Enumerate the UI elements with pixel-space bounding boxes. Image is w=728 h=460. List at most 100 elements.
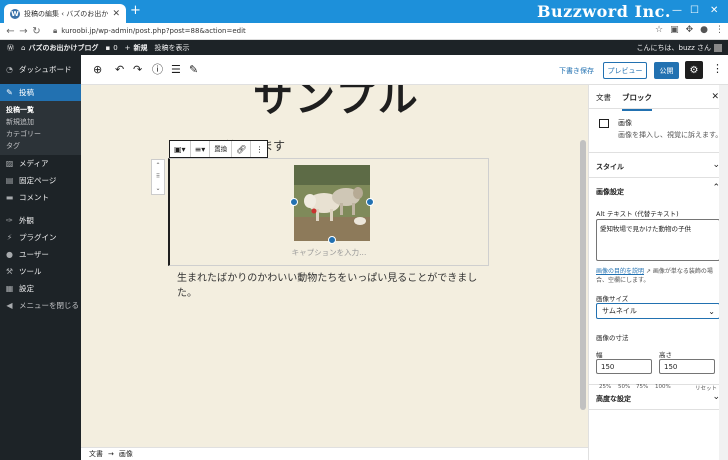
lamb-image [294, 165, 370, 241]
address-bar: ← → ↻ 🔒︎ kuroobi.jp/wp-admin/post.php?po… [0, 23, 728, 40]
image-block[interactable]: キャプションを入力... [168, 158, 489, 266]
redo-icon[interactable]: ↷ [133, 64, 142, 75]
preview-button[interactable]: プレビュー [603, 62, 647, 79]
sidebar-scrollbar[interactable] [719, 85, 728, 460]
canvas-scrollbar[interactable] [580, 140, 586, 410]
link-icon: 🔗︎ [236, 144, 247, 154]
style-panel-toggle[interactable]: スタイル ⌄ [589, 153, 728, 178]
advanced-panel-toggle[interactable]: 高度な設定 ⌄ [589, 385, 728, 410]
menu-label: メディア [19, 159, 49, 168]
width-input[interactable]: 150 [596, 359, 652, 374]
alt-help-link[interactable]: 画像の目的を説明 [596, 268, 644, 275]
caption-input[interactable]: キャプションを入力... [170, 247, 488, 258]
menu-appearance[interactable]: ✑ 外観 [0, 212, 81, 229]
block-type-button[interactable]: ▣▾ [170, 141, 191, 157]
menu-dashboard[interactable]: ◔ ダッシュボード [0, 61, 81, 78]
save-draft-button[interactable]: 下書き保存 [559, 66, 594, 76]
menu-comments[interactable]: ▬ コメント [0, 189, 81, 206]
image-block-icon [599, 119, 609, 128]
submenu-categories[interactable]: カテゴリー [0, 128, 81, 140]
block-name: 画像 [618, 119, 632, 127]
comment-icon: ▬ [5, 193, 14, 202]
menu-settings[interactable]: ▦ 設定 [0, 280, 81, 297]
browser-menu-icon[interactable]: ⋮ [715, 25, 724, 35]
post-title[interactable]: サンプル [253, 85, 420, 123]
resize-handle-bottom[interactable] [328, 236, 336, 244]
move-up-icon[interactable]: ⌃ [155, 162, 160, 169]
greeting-text: こんにちは、buzz さん [636, 43, 711, 52]
replace-label: 置換 [214, 144, 228, 153]
tab-document[interactable]: 文書 [596, 92, 611, 103]
menu-pages[interactable]: ▤ 固定ページ [0, 172, 81, 189]
image-settings-title[interactable]: 画像設定 [596, 187, 624, 197]
add-block-icon[interactable]: ⊕ [93, 64, 102, 75]
alt-text-field[interactable]: 愛知牧場で見かけた動物の子供 [596, 219, 720, 261]
reload-icon[interactable]: ↻ [30, 26, 43, 37]
editor-canvas: サンプル ここから始まります キャプションを入力... [81, 85, 588, 447]
wp-admin-bar: Ⓦ ⌂ バズのお出かけブログ ▪ 0 + 新規 投稿を表示 こんにちは、buzz… [0, 40, 728, 55]
publish-button[interactable]: 公開 [654, 62, 679, 79]
paragraph-block[interactable]: 生まれたばかりのかわいい動物たちをいっぱい見ることができました。 [177, 271, 497, 301]
close-sidebar-icon[interactable]: ✕ [711, 92, 719, 102]
resize-handle-right[interactable] [366, 198, 374, 206]
info-icon[interactable]: ⓘ [152, 64, 163, 75]
more-options-icon[interactable]: ⋮ [712, 62, 723, 75]
account-greeting[interactable]: こんにちは、buzz さん [637, 43, 722, 53]
submenu-tags[interactable]: タグ [0, 140, 81, 152]
gear-icon: ⚙ [689, 64, 699, 76]
collapse-icon: ◀ [6, 301, 13, 310]
brand-watermark: Buzzword Inc. [537, 2, 671, 21]
image-size-label: 画像サイズ [596, 295, 629, 303]
replace-button[interactable]: 置換 [210, 141, 233, 157]
puzzle-icon[interactable]: ✥ [686, 25, 694, 35]
new-tab-button[interactable]: + [130, 4, 141, 18]
menu-media[interactable]: ▨ メディア [0, 155, 81, 172]
link-button[interactable]: 🔗︎ [232, 141, 252, 157]
profile-icon[interactable]: ● [700, 25, 708, 35]
menu-label: ユーザー [19, 250, 49, 259]
breadcrumb-block[interactable]: 画像 [119, 449, 133, 459]
sidebar-tabs: 文書 ブロック ✕ [589, 85, 728, 111]
drag-handle-icon[interactable]: ⠿ [156, 173, 160, 180]
settings-sidebar: 文書 ブロック ✕ 画像 画像を挿入し、視覚に訴えます。 スタイル ⌄ 画像設定… [588, 85, 728, 460]
block-card: 画像 画像を挿入し、視覚に訴えます。 [589, 109, 728, 153]
settings-gear-button[interactable]: ⚙ [685, 61, 703, 79]
window-close-icon[interactable]: ✕ [710, 5, 718, 16]
back-icon[interactable]: ← [4, 26, 17, 37]
new-label: 新規 [133, 43, 148, 52]
wp-logo-icon[interactable]: Ⓦ [7, 43, 14, 53]
height-input[interactable]: 150 [659, 359, 715, 374]
resize-handle-left[interactable] [290, 198, 298, 206]
undo-icon[interactable]: ↶ [115, 64, 124, 75]
minimize-icon[interactable]: — [672, 5, 682, 16]
menu-plugins[interactable]: ⚡ プラグイン [0, 229, 81, 246]
move-down-icon[interactable]: ⌄ [155, 185, 160, 192]
tools-edit-icon[interactable]: ✎ [189, 64, 198, 75]
breadcrumb-document[interactable]: 文書 [89, 449, 103, 459]
view-post-link[interactable]: 投稿を表示 [155, 43, 190, 53]
menu-label: コメント [19, 193, 49, 202]
lamb-photo[interactable] [294, 165, 370, 241]
image-size-select[interactable]: サムネイル ⌄ [596, 303, 720, 319]
align-button[interactable]: ≡▾ [191, 141, 211, 157]
close-icon[interactable]: ✕ [112, 9, 120, 19]
comments-link[interactable]: ▪ 0 [105, 44, 117, 52]
extension-icon[interactable]: ▣ [670, 25, 679, 35]
menu-users[interactable]: ● ユーザー [0, 246, 81, 263]
maximize-icon[interactable]: ☐ [690, 5, 699, 16]
block-more-button[interactable]: ⋮ [251, 141, 267, 157]
star-icon[interactable]: ☆ [655, 25, 663, 35]
menu-label: ダッシュボード [19, 65, 72, 74]
url-field[interactable]: 🔒︎ kuroobi.jp/wp-admin/post.php?post=88&… [53, 26, 246, 36]
menu-posts[interactable]: ✎ 投稿 [0, 84, 81, 101]
new-content-link[interactable]: + 新規 [125, 43, 148, 53]
menu-collapse[interactable]: ◀ メニューを閉じる [0, 297, 81, 314]
submenu-add-new[interactable]: 新規追加 [0, 116, 81, 128]
submenu-all-posts[interactable]: 投稿一覧 [0, 104, 81, 116]
editor-toolbar: ⊕ ↶ ↷ ⓘ ☰ ✎ 下書き保存 プレビュー 公開 ⚙ ⋮ [81, 55, 728, 85]
list-view-icon[interactable]: ☰ [171, 64, 181, 75]
menu-tools[interactable]: ⚒ ツール [0, 263, 81, 280]
forward-icon[interactable]: → [17, 26, 30, 37]
site-name-link[interactable]: ⌂ バズのお出かけブログ [21, 43, 98, 53]
browser-tab[interactable]: W 投稿の編集 ‹ バズのお出かけブログ ✕ [4, 4, 126, 23]
